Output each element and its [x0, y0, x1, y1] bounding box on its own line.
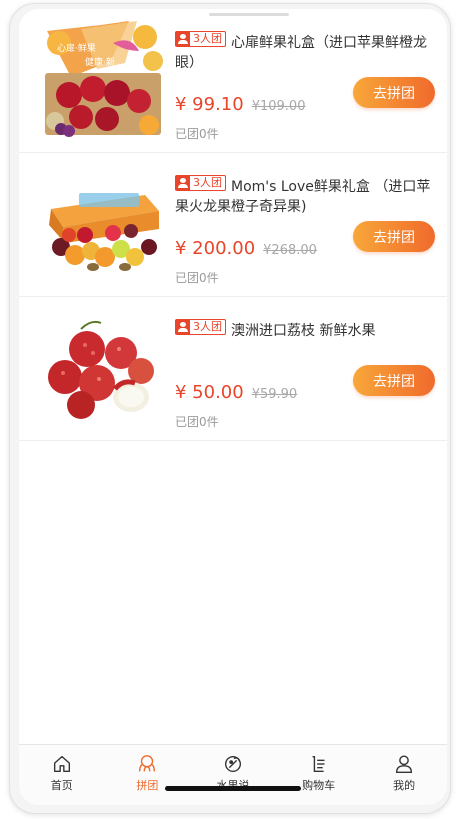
group-size-tag: 3人团 — [175, 31, 226, 47]
sold-count: 已团0件 — [175, 127, 219, 141]
original-price: ¥109.00 — [251, 99, 306, 114]
product-info: 3人团 澳洲进口荔枝 新鲜水果 ¥ 50.00 ¥59.90 已团0件 — [175, 319, 437, 429]
phone-frame: 心扉·鲜果 健康·新 3人团 心扉鲜果礼盒（进口苹果鲜橙龙眼） ¥ 99.10 ¥1… — [9, 3, 451, 814]
tab-fruit-talk[interactable]: 水果说 — [190, 745, 276, 805]
join-group-button[interactable]: 去拼团 — [353, 365, 435, 396]
home-icon — [53, 755, 70, 773]
price-row: ¥ 50.00 ¥59.90 — [175, 382, 297, 403]
cart-icon — [312, 755, 325, 773]
group-price: ¥ 99.10 — [175, 94, 244, 115]
product-image-lychee — [41, 309, 165, 427]
tab-label: 购物车 — [302, 779, 336, 792]
person-icon — [176, 32, 190, 46]
tab-label: 拼团 — [136, 779, 159, 792]
group-price: ¥ 200.00 — [175, 238, 256, 259]
tab-cart[interactable]: 购物车 — [276, 745, 362, 805]
tab-label: 首页 — [50, 779, 73, 792]
profile-icon — [396, 755, 413, 773]
group-buy-list: 心扉·鲜果 健康·新 3人团 心扉鲜果礼盒（进口苹果鲜橙龙眼） ¥ 99.10 ¥1… — [19, 9, 447, 441]
price-row: ¥ 200.00 ¥268.00 — [175, 238, 317, 259]
tab-label: 我的 — [393, 779, 416, 792]
product-card[interactable]: 3人团 Mom's Love鲜果礼盒 （进口苹果火龙果橙子奇异果) ¥ 200.0… — [19, 153, 447, 297]
join-group-button[interactable]: 去拼团 — [353, 221, 435, 252]
app-screen: 心扉·鲜果 健康·新 3人团 心扉鲜果礼盒（进口苹果鲜橙龙眼） ¥ 99.10 ¥1… — [19, 9, 447, 805]
person-icon — [176, 176, 190, 190]
join-group-button[interactable]: 去拼团 — [353, 77, 435, 108]
sold-count: 已团0件 — [175, 415, 219, 429]
svg-text:心扉·鲜果: 心扉·鲜果 — [57, 42, 96, 54]
group-size-tag: 3人团 — [175, 319, 226, 335]
product-info: 3人团 心扉鲜果礼盒（进口苹果鲜橙龙眼） ¥ 99.10 ¥109.00 已团0件 — [175, 31, 437, 141]
original-price: ¥59.90 — [251, 387, 298, 402]
product-title[interactable]: 3人团 心扉鲜果礼盒（进口苹果鲜橙龙眼） — [175, 31, 437, 73]
group-buy-icon — [139, 755, 156, 772]
svg-text:健康·新: 健康·新 — [85, 56, 115, 68]
product-info: 3人团 Mom's Love鲜果礼盒 （进口苹果火龙果橙子奇异果) ¥ 200.0… — [175, 175, 437, 285]
tab-group-buy[interactable]: 拼团 — [105, 745, 191, 805]
price-row: ¥ 99.10 ¥109.00 — [175, 94, 305, 115]
product-title[interactable]: 3人团 Mom's Love鲜果礼盒 （进口苹果火龙果橙子奇异果) — [175, 175, 437, 217]
product-image-fruit-gift-box: 心扉·鲜果 健康·新 — [41, 21, 165, 139]
fruit-talk-icon — [224, 755, 242, 773]
bottom-tab-bar: 首页 拼团 水果说 — [19, 744, 447, 805]
original-price: ¥268.00 — [263, 243, 317, 258]
sold-count: 已团0件 — [175, 271, 219, 285]
tab-home[interactable]: 首页 — [19, 745, 105, 805]
tab-profile[interactable]: 我的 — [361, 745, 447, 805]
product-title[interactable]: 3人团 澳洲进口荔枝 新鲜水果 — [175, 319, 437, 341]
group-price: ¥ 50.00 — [175, 382, 244, 403]
product-card[interactable]: 心扉·鲜果 健康·新 3人团 心扉鲜果礼盒（进口苹果鲜橙龙眼） ¥ 99.10 ¥1… — [19, 9, 447, 153]
person-icon — [176, 320, 190, 334]
product-image-fruit-gift-box — [41, 165, 165, 283]
product-card[interactable]: 3人团 澳洲进口荔枝 新鲜水果 ¥ 50.00 ¥59.90 已团0件 去拼团 — [19, 297, 447, 441]
home-indicator — [165, 786, 301, 791]
group-size-tag: 3人团 — [175, 175, 226, 191]
